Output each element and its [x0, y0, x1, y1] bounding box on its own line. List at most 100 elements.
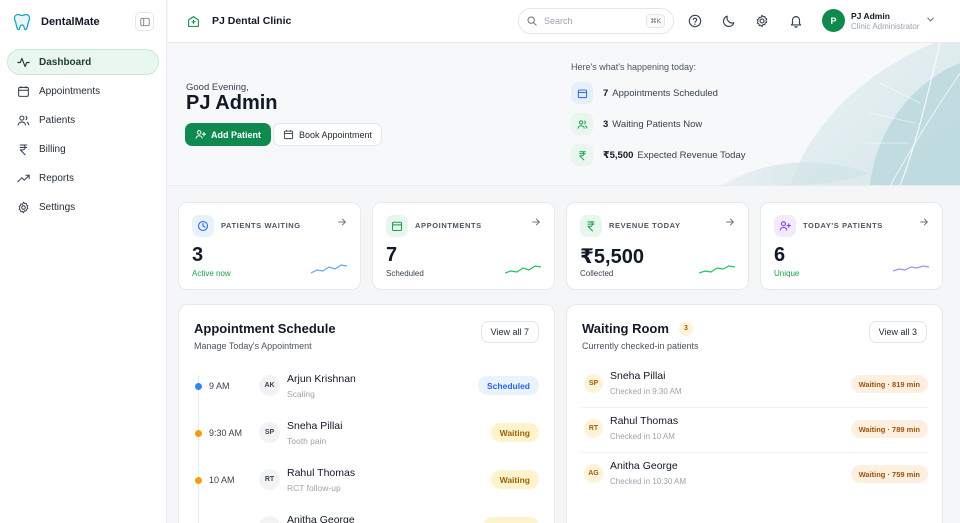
users-icon — [17, 115, 30, 125]
appointment-time: 9:30 AM — [209, 428, 243, 438]
sidebar-item-label: Reports — [39, 172, 75, 184]
panel-title: Appointment Schedule — [194, 321, 336, 336]
stat-value: 3 — [192, 244, 204, 266]
patient-initials: SP — [259, 422, 280, 443]
patient-name: Rahul Thomas — [610, 415, 679, 427]
clock-icon — [192, 215, 214, 237]
search-input[interactable]: Search — [544, 16, 646, 26]
calendar-icon — [571, 82, 593, 104]
summary-title: Here's what's happening today: — [571, 62, 697, 72]
calendar-icon — [283, 130, 294, 140]
stat-card-patients-waiting[interactable]: PATIENTS WAITING 3 Active now — [178, 202, 361, 290]
stat-label: PATIENTS WAITING — [221, 221, 301, 230]
highlight-value: 3 — [603, 118, 609, 130]
topbar: PJ Dental Clinic Search ⌘K P PJ Admin Cl… — [168, 0, 960, 43]
sidebar-item-appointments[interactable]: Appointments — [7, 78, 159, 104]
stat-card-appointments[interactable]: APPOINTMENTS 7 Scheduled — [372, 202, 555, 290]
stat-value: 6 — [774, 244, 786, 266]
sparkline-chart — [893, 265, 929, 272]
welcome-banner: Good Evening, PJ Admin Add Patient Book … — [168, 43, 960, 186]
waiting-row[interactable]: SP Sneha Pillai Checked in 9:30 AM Waiti… — [567, 362, 942, 407]
sidebar-item-settings[interactable]: Settings — [7, 194, 159, 220]
highlight-text: Appointments Scheduled — [612, 87, 718, 99]
panel-subtitle: Manage Today's Appointment — [194, 341, 312, 351]
patient-name: Arjun Krishnan — [287, 373, 356, 385]
arrow-right-icon[interactable] — [531, 217, 541, 227]
appointment-row[interactable]: 10 AM RT Rahul Thomas RCT follow-up Wait… — [179, 460, 554, 500]
user-plus-icon — [774, 215, 796, 237]
settings-button[interactable] — [754, 13, 770, 29]
sidebar-item-dashboard[interactable]: Dashboard — [7, 49, 159, 75]
arrow-right-icon[interactable] — [919, 217, 929, 227]
sparkline-chart — [505, 265, 541, 274]
chevron-down-icon — [927, 17, 935, 22]
highlight-appointments: 7 Appointments Scheduled — [571, 82, 718, 104]
stat-label: APPOINTMENTS — [415, 221, 482, 230]
clinic-name: PJ Dental Clinic — [168, 15, 291, 28]
appointment-desc: RCT follow-up — [287, 483, 341, 493]
patient-name: Anitha George — [610, 460, 678, 472]
checked-in-time: Checked in 10 AM — [610, 432, 675, 441]
gear-icon — [756, 14, 768, 28]
stat-label: TODAY'S PATIENTS — [803, 221, 883, 230]
waiting-room-panel: Waiting Room 3 Currently checked-in pati… — [566, 304, 943, 523]
patient-initials: RT — [259, 469, 280, 490]
waiting-badge: Waiting · 759 min — [850, 465, 928, 483]
book-appointment-button[interactable]: Book Appointment — [273, 123, 383, 146]
calendar-icon — [386, 215, 408, 237]
user-menu[interactable]: P PJ Admin Clinic Administrator — [822, 9, 935, 32]
rupee-icon — [580, 215, 602, 237]
sidebar-item-label: Appointments — [39, 85, 101, 97]
status-dot — [195, 430, 202, 437]
sidebar-item-reports[interactable]: Reports — [7, 165, 159, 191]
gear-icon — [18, 201, 29, 213]
waiting-room-title: Waiting Room — [582, 321, 669, 336]
rupee-icon — [19, 144, 28, 155]
stat-card-todays-patients[interactable]: TODAY'S PATIENTS 6 Unique — [760, 202, 943, 290]
view-all-appointments-button[interactable]: View all 7 — [480, 321, 539, 343]
status-dot — [195, 383, 202, 390]
appointment-row[interactable]: 9 AM AK Arjun Krishnan Scaling Scheduled — [179, 366, 554, 406]
user-name: PJ Admin — [851, 10, 890, 21]
patient-name: Anitha George — [287, 514, 355, 523]
appointment-row[interactable]: AG Anitha George — [179, 507, 554, 523]
waiting-row[interactable]: RT Rahul Thomas Checked in 10 AM Waiting… — [567, 407, 942, 452]
stat-sub: Scheduled — [386, 269, 424, 278]
sparkline-chart — [699, 265, 735, 274]
help-button[interactable] — [687, 13, 703, 29]
highlight-value: 7 — [603, 87, 609, 99]
status-badge: Waiting — [490, 470, 539, 489]
search-icon — [527, 16, 537, 26]
panel-title: Waiting Room 3 — [582, 321, 693, 336]
book-appointment-label: Book Appointment — [299, 129, 373, 140]
sidebar-item-billing[interactable]: Billing — [7, 136, 159, 162]
waiting-row[interactable]: AG Anitha George Checked in 10:30 AM Wai… — [567, 452, 942, 497]
waiting-badge: Waiting · 789 min — [850, 420, 928, 438]
calendar-icon — [18, 85, 29, 97]
checked-in-time: Checked in 9:30 AM — [610, 387, 682, 396]
sidebar-item-label: Settings — [39, 201, 76, 213]
arrow-right-icon[interactable] — [337, 217, 347, 227]
notifications-button[interactable] — [788, 13, 804, 29]
appointment-row[interactable]: 9:30 AM SP Sneha Pillai Tooth pain Waiti… — [179, 413, 554, 453]
activity-icon — [17, 57, 30, 67]
search-box[interactable]: Search ⌘K — [518, 8, 674, 34]
tooth-logo-icon — [13, 13, 31, 30]
add-patient-label: Add Patient — [211, 129, 262, 140]
sidebar-collapse-button[interactable] — [135, 12, 154, 31]
stat-value: ₹5,500 — [580, 246, 644, 268]
stat-sub: Unique — [774, 269, 800, 278]
rupee-icon — [571, 144, 593, 166]
hospital-icon — [188, 15, 199, 27]
stat-sub: Active now — [192, 269, 231, 278]
patient-initials: AG — [584, 464, 603, 483]
add-patient-button[interactable]: Add Patient — [185, 123, 272, 146]
highlight-waiting: 3 Waiting Patients Now — [571, 113, 702, 135]
appointment-schedule-panel: Appointment Schedule Manage Today's Appo… — [178, 304, 555, 523]
view-all-waiting-button[interactable]: View all 3 — [868, 321, 927, 343]
arrow-right-icon[interactable] — [725, 217, 735, 227]
sidebar-item-patients[interactable]: Patients — [7, 107, 159, 133]
sidebar-item-label: Dashboard — [39, 56, 92, 68]
stat-card-revenue-today[interactable]: REVENUE TODAY ₹5,500 Collected — [566, 202, 749, 290]
theme-toggle-button[interactable] — [721, 13, 737, 29]
